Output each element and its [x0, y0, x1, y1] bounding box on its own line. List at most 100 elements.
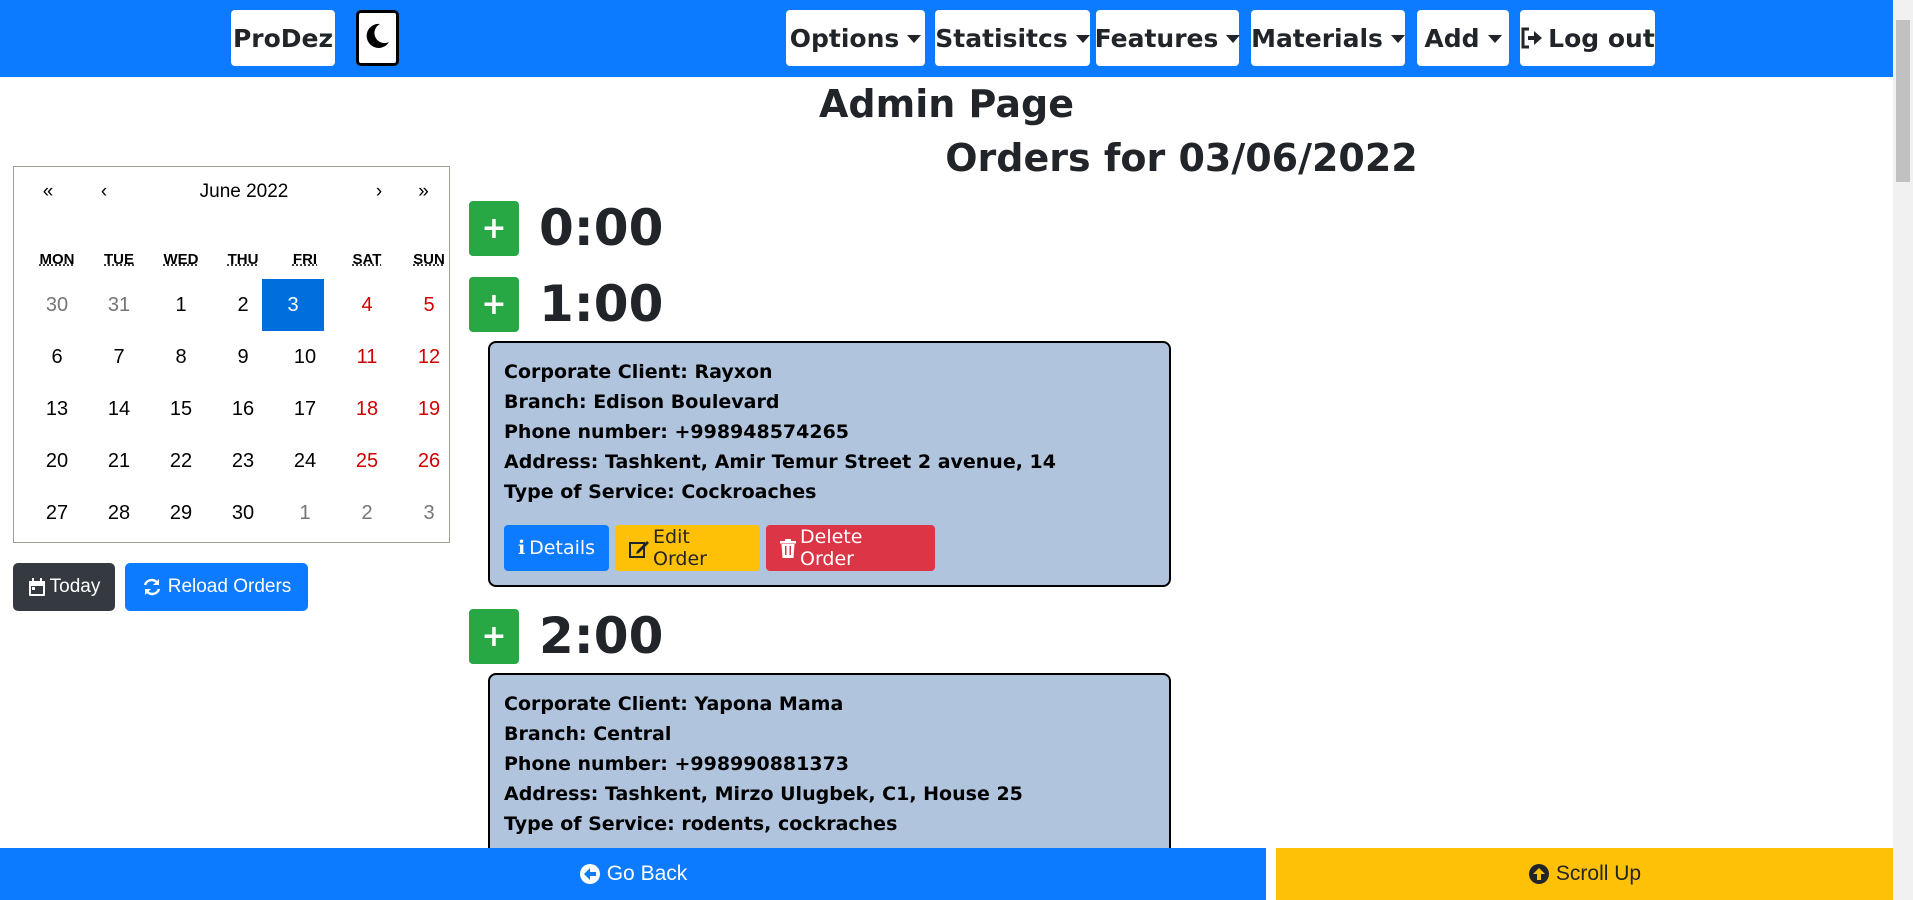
add-order-button[interactable]: + [469, 276, 519, 332]
calendar-day[interactable]: 27 [26, 487, 88, 539]
calendar-day[interactable]: 12 [398, 331, 460, 383]
today-button[interactable]: Today [13, 563, 115, 611]
hour-row: + 1:00 [469, 275, 664, 333]
add-order-button[interactable]: + [469, 608, 519, 664]
caret-down-icon [907, 35, 922, 43]
brand-button[interactable]: ProDez [231, 10, 335, 66]
weekday-label: MON [39, 251, 75, 268]
brand-label: ProDez [232, 23, 334, 53]
weekday-label: THU [227, 251, 259, 268]
menu-add[interactable]: Add [1417, 10, 1509, 66]
hour-label: 1:00 [539, 275, 664, 333]
scrollbar-thumb[interactable] [1896, 20, 1910, 182]
logout-button[interactable]: Log out [1520, 10, 1655, 66]
menu-options[interactable]: Options [786, 10, 925, 66]
add-order-button[interactable]: + [469, 200, 519, 256]
edit-icon [629, 539, 649, 558]
order-service: Type of Service: rodents, cockraches [504, 813, 898, 835]
calendar-day[interactable]: 7 [88, 331, 150, 383]
weekday-label: SAT [352, 251, 382, 268]
calendar-day[interactable]: 8 [150, 331, 212, 383]
menu-materials[interactable]: Materials [1251, 10, 1405, 66]
calendar-day[interactable]: 13 [26, 383, 88, 435]
order-service: Type of Service: Cockroaches [504, 481, 817, 503]
calendar-day[interactable]: 1 [150, 279, 212, 331]
caret-down-icon [1226, 35, 1241, 43]
calendar-day[interactable]: 19 [398, 383, 460, 435]
order-address: Address: Tashkent, Amir Temur Street 2 a… [504, 451, 1056, 473]
page-title: Admin Page [819, 82, 1074, 126]
order-phone: Phone number: +998990881373 [504, 753, 850, 775]
calendar-day[interactable]: 23 [212, 435, 274, 487]
menu-materials-label: Materials [1251, 23, 1383, 53]
weekday-label: SUN [413, 251, 445, 268]
calendar-next-year-button[interactable]: » [401, 181, 446, 211]
reload-orders-button[interactable]: Reload Orders [125, 563, 308, 611]
edit-order-button[interactable]: Edit Order [615, 525, 760, 571]
delete-order-button[interactable]: Delete Order [766, 525, 935, 571]
orders-title: Orders for 03/06/2022 [945, 136, 1418, 180]
calendar-day[interactable]: 30 [26, 279, 88, 331]
calendar-day[interactable]: 29 [150, 487, 212, 539]
calendar-day[interactable]: 17 [274, 383, 336, 435]
calendar-day[interactable]: 26 [398, 435, 460, 487]
calendar-day[interactable]: 10 [274, 331, 336, 383]
calendar-day[interactable]: 9 [212, 331, 274, 383]
theme-toggle-button[interactable] [356, 10, 399, 66]
scroll-up-button[interactable]: Scroll Up [1276, 848, 1893, 900]
go-back-label: Go Back [606, 862, 688, 885]
plus-icon: + [481, 210, 507, 246]
order-address: Address: Tashkent, Mirzo Ulugbek, C1, Ho… [504, 783, 1023, 805]
calendar-day[interactable]: 14 [88, 383, 150, 435]
info-icon: i [517, 537, 526, 559]
calendar-day[interactable]: 22 [150, 435, 212, 487]
calendar-prev-year-button[interactable]: « [28, 181, 68, 211]
order-branch: Branch: Edison Boulevard [504, 391, 780, 413]
calendar-day[interactable]: 2 [336, 487, 398, 539]
calendar-day[interactable]: 21 [88, 435, 150, 487]
order-branch: Branch: Central [504, 723, 672, 745]
calendar-month-label[interactable]: June 2022 [134, 181, 354, 211]
sign-out-icon [1520, 27, 1544, 49]
details-label: Details [529, 537, 596, 559]
weekday-label: WED [163, 251, 199, 268]
today-label: Today [49, 576, 101, 597]
order-actions: i Details Edit Order Delete Order [504, 525, 935, 571]
calendar-day[interactable]: 31 [88, 279, 150, 331]
menu-statistics-label: Statisitcs [935, 23, 1068, 53]
calendar-day[interactable]: 11 [336, 331, 398, 383]
calendar-day[interactable]: 18 [336, 383, 398, 435]
go-back-button[interactable]: Go Back [0, 848, 1266, 900]
calendar-day[interactable]: 20 [26, 435, 88, 487]
calendar-day[interactable]: 1 [274, 487, 336, 539]
calendar-day-selected[interactable]: 3 [262, 279, 324, 331]
menu-options-label: Options [789, 23, 900, 53]
calendar-day[interactable]: 16 [212, 383, 274, 435]
hour-label: 2:00 [539, 607, 664, 665]
calendar-day[interactable]: 4 [336, 279, 398, 331]
menu-features[interactable]: Features [1094, 10, 1241, 66]
order-card: Corporate Client: Rayxon Branch: Edison … [488, 341, 1171, 587]
menu-features-label: Features [1094, 23, 1219, 53]
calendar-day[interactable]: 15 [150, 383, 212, 435]
logout-label: Log out [1548, 23, 1655, 53]
calendar-prev-month-button[interactable]: ‹ [84, 181, 124, 211]
calendar-day[interactable]: 28 [88, 487, 150, 539]
order-phone: Phone number: +998948574265 [504, 421, 850, 443]
plus-icon: + [481, 286, 507, 322]
calendar-next-month-button[interactable]: › [359, 181, 399, 211]
menu-statistics[interactable]: Statisitcs [935, 10, 1090, 66]
caret-down-icon [1075, 35, 1090, 43]
menu-add-label: Add [1424, 23, 1480, 53]
calendar-day[interactable]: 6 [26, 331, 88, 383]
calendar-day[interactable]: 25 [336, 435, 398, 487]
details-button[interactable]: i Details [504, 525, 609, 571]
calendar-day[interactable]: 30 [212, 487, 274, 539]
calendar-day[interactable]: 24 [274, 435, 336, 487]
vertical-scrollbar[interactable] [1893, 0, 1913, 900]
arrow-circle-left-icon [579, 863, 601, 885]
calendar-day[interactable]: 5 [398, 279, 460, 331]
calendar-day[interactable]: 3 [398, 487, 460, 539]
plus-icon: + [481, 618, 507, 654]
hour-label: 0:00 [539, 199, 664, 257]
